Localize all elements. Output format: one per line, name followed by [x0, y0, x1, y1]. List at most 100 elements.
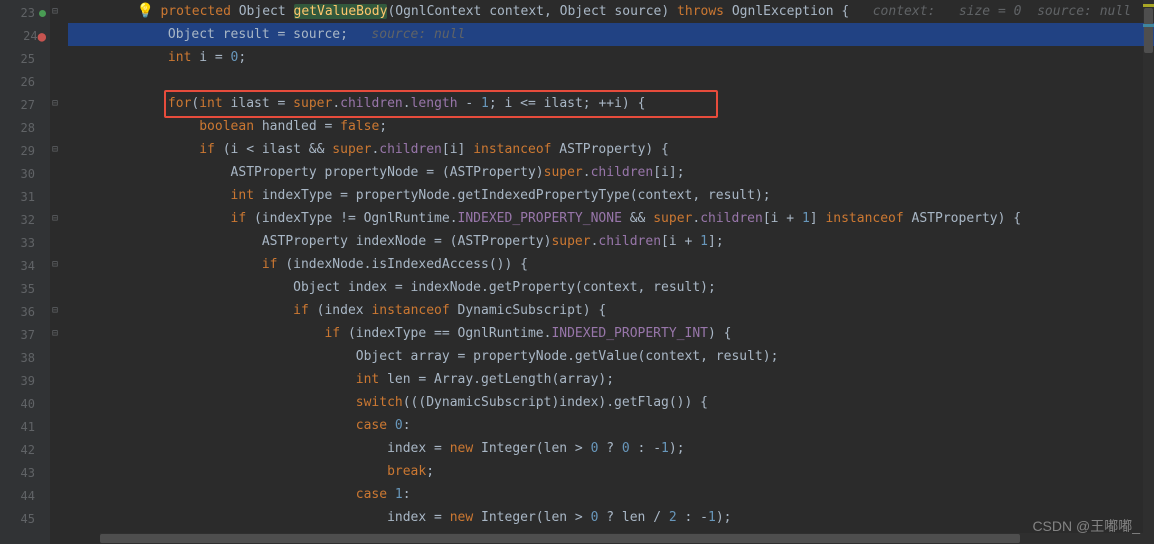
code-token: indexType = propertyNode.getIndexedPrope… [262, 188, 771, 203]
code-line[interactable]: if (index instanceof DynamicSubscript) { [68, 299, 1154, 322]
line-number[interactable]: 42 [0, 439, 50, 462]
code-token: int [168, 50, 199, 65]
code-token: if [324, 326, 347, 341]
line-number[interactable]: 33 [0, 232, 50, 255]
code-token: for [168, 96, 191, 111]
code-token: 1 [700, 234, 708, 249]
code-token: case [356, 487, 395, 502]
line-number[interactable]: 24● [0, 25, 50, 48]
code-line[interactable]: index = new Integer(len > 0 ? 0 : -1); [68, 437, 1154, 460]
code-line[interactable]: ASTProperty indexNode = (ASTProperty)sup… [68, 230, 1154, 253]
code-token: ASTProperty indexNode = (ASTProperty) [262, 234, 552, 249]
code-line[interactable]: int i = 0; [68, 46, 1154, 69]
code-line[interactable]: break; [68, 460, 1154, 483]
fold-toggle-icon[interactable]: ⊟ [52, 7, 61, 16]
code-token: handled = [262, 119, 340, 134]
fold-toggle-icon[interactable]: ⊟ [52, 99, 61, 108]
line-number[interactable]: 37 [0, 324, 50, 347]
code-token: int [231, 188, 262, 203]
code-line[interactable]: Object array = propertyNode.getValue(con… [68, 345, 1154, 368]
line-number[interactable]: 45 [0, 508, 50, 531]
code-token: (index [317, 303, 372, 318]
code-token: : - [630, 441, 661, 456]
line-number[interactable]: 43 [0, 462, 50, 485]
code-line[interactable]: boolean handled = false; [68, 115, 1154, 138]
code-token: OgnlException { [732, 4, 873, 19]
code-line[interactable]: if (indexType != OgnlRuntime.INDEXED_PRO… [68, 207, 1154, 230]
code-line[interactable]: if (indexNode.isIndexedAccess()) { [68, 253, 1154, 276]
code-line[interactable] [68, 69, 1154, 92]
code-line[interactable]: int indexType = propertyNode.getIndexedP… [68, 184, 1154, 207]
code-token: DynamicSubscript) { [458, 303, 607, 318]
code-line[interactable]: if (i < ilast && super.children[i] insta… [68, 138, 1154, 161]
line-number[interactable]: 39 [0, 370, 50, 393]
line-number[interactable]: 32 [0, 209, 50, 232]
code-line[interactable]: int len = Array.getLength(array); [68, 368, 1154, 391]
code-line[interactable]: ASTProperty propertyNode = (ASTProperty)… [68, 161, 1154, 184]
code-token: INDEXED_PROPERTY_INT [551, 326, 708, 341]
code-token: throws [677, 4, 732, 19]
fold-column[interactable]: ⊟ ⊟ ⊟ ⊟ ⊟ ⊟ ⊟ [50, 0, 64, 544]
code-token: ]; [708, 234, 724, 249]
code-token: children [379, 142, 442, 157]
horizontal-scrollbar[interactable] [100, 533, 1143, 544]
code-line[interactable]: case 0: [68, 414, 1154, 437]
code-token: (OgnlContext context, Object source) [387, 4, 677, 19]
code-token: . [332, 96, 340, 111]
code-area[interactable]: ⊟ ⊟ ⊟ ⊟ ⊟ ⊟ ⊟ 💡 protected Object getValueBody(… [50, 0, 1154, 544]
code-token: index = [387, 441, 450, 456]
code-token: [i]; [653, 165, 684, 180]
code-line[interactable]: if (indexType == OgnlRuntime.INDEXED_PRO… [68, 322, 1154, 345]
line-number[interactable]: 36 [0, 301, 50, 324]
code-line[interactable]: Object result = source; source: null [68, 23, 1154, 46]
code-token: (indexNode.isIndexedAccess()) { [285, 257, 528, 272]
code-token: ASTProperty propertyNode = (ASTProperty) [231, 165, 544, 180]
breakpoint-hit-icon[interactable] [39, 10, 46, 17]
line-number[interactable]: 27 [0, 94, 50, 117]
watermark: CSDN @王嘟嘟_ [1032, 516, 1140, 536]
fold-toggle-icon[interactable]: ⊟ [52, 214, 61, 223]
fold-toggle-icon[interactable]: ⊟ [52, 260, 61, 269]
code-token: : [403, 418, 411, 433]
code-token: if [293, 303, 316, 318]
line-number[interactable]: 23 [0, 2, 50, 25]
fold-toggle-icon[interactable]: ⊟ [52, 306, 61, 315]
code-token: INDEXED_PROPERTY_NONE [458, 211, 622, 226]
code-token: ) { [708, 326, 731, 341]
line-number[interactable]: 31 [0, 186, 50, 209]
code-content[interactable]: 💡 protected Object getValueBody(OgnlCont… [50, 0, 1154, 529]
intention-bulb-icon[interactable]: 💡 [137, 0, 153, 23]
horizontal-scrollbar-thumb[interactable] [100, 534, 1020, 543]
code-token: - [458, 96, 481, 111]
code-line[interactable]: Object index = indexNode.getProperty(con… [68, 276, 1154, 299]
code-token: protected [160, 4, 238, 19]
code-token: . [583, 165, 591, 180]
code-line[interactable]: for(int ilast = super.children.length - … [68, 92, 1154, 115]
line-number[interactable]: 26 [0, 71, 50, 94]
vertical-scrollbar[interactable] [1143, 0, 1154, 544]
code-token: children [340, 96, 403, 111]
vertical-scrollbar-thumb[interactable] [1144, 8, 1153, 53]
code-line[interactable]: case 1: [68, 483, 1154, 506]
code-token: && [622, 211, 653, 226]
scrollbar-marker[interactable] [1143, 4, 1154, 7]
fold-toggle-icon[interactable]: ⊟ [52, 145, 61, 154]
code-line[interactable]: index = new Integer(len > 0 ? len / 2 : … [68, 506, 1154, 529]
scrollbar-marker[interactable] [1143, 24, 1154, 27]
code-token: ? [598, 441, 621, 456]
line-number[interactable]: 25 [0, 48, 50, 71]
line-number[interactable]: 38 [0, 347, 50, 370]
line-number[interactable]: 34 [0, 255, 50, 278]
fold-toggle-icon[interactable]: ⊟ [52, 329, 61, 338]
line-number[interactable]: 29 [0, 140, 50, 163]
line-number[interactable]: 30 [0, 163, 50, 186]
line-number[interactable]: 41 [0, 416, 50, 439]
gutter[interactable]: 2324●25262728293031323334353637383940414… [0, 0, 50, 544]
code-line[interactable]: switch(((DynamicSubscript)index).getFlag… [68, 391, 1154, 414]
line-number[interactable]: 40 [0, 393, 50, 416]
line-number[interactable]: 28 [0, 117, 50, 140]
breakpoint-icon[interactable]: ● [38, 30, 46, 44]
code-line[interactable]: 💡 protected Object getValueBody(OgnlCont… [68, 0, 1154, 23]
line-number[interactable]: 35 [0, 278, 50, 301]
line-number[interactable]: 44 [0, 485, 50, 508]
